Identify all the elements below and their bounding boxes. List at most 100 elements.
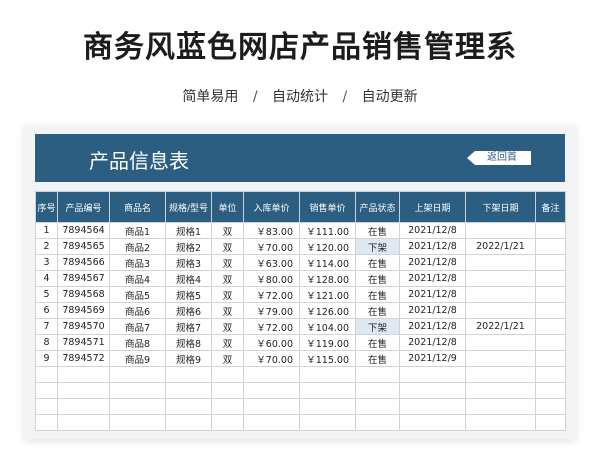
table-cell[interactable]: 7894564: [57, 222, 110, 239]
table-cell[interactable]: 商品1: [109, 222, 166, 239]
table-cell[interactable]: [535, 270, 566, 287]
table-cell[interactable]: [211, 398, 244, 415]
table-cell[interactable]: [535, 254, 566, 271]
table-cell[interactable]: ￥80.00: [243, 270, 300, 287]
table-cell[interactable]: 规格9: [165, 350, 212, 367]
table-cell[interactable]: 规格1: [165, 222, 212, 239]
table-cell[interactable]: 规格7: [165, 318, 212, 335]
table-cell[interactable]: [35, 366, 58, 383]
table-cell[interactable]: ￥119.00: [299, 334, 356, 351]
table-cell[interactable]: 商品2: [109, 238, 166, 255]
table-cell[interactable]: [299, 398, 356, 415]
table-cell[interactable]: 6: [35, 302, 58, 319]
table-cell[interactable]: [399, 414, 466, 431]
table-cell[interactable]: [465, 270, 536, 287]
table-cell[interactable]: 5: [35, 286, 58, 303]
table-cell[interactable]: ￥72.00: [243, 286, 300, 303]
table-cell[interactable]: [465, 222, 536, 239]
table-cell[interactable]: 下架: [355, 238, 400, 255]
table-cell[interactable]: 2022/1/21: [465, 238, 536, 255]
table-cell[interactable]: 双: [211, 286, 244, 303]
table-cell[interactable]: 1: [35, 222, 58, 239]
table-cell[interactable]: 2021/12/8: [399, 254, 466, 271]
table-cell[interactable]: 商品5: [109, 286, 166, 303]
table-cell[interactable]: 2022/1/21: [465, 318, 536, 335]
table-cell[interactable]: 7894568: [57, 286, 110, 303]
table-cell[interactable]: 2021/12/8: [399, 222, 466, 239]
table-cell[interactable]: [399, 382, 466, 399]
table-cell[interactable]: [355, 366, 400, 383]
table-cell[interactable]: ￥120.00: [299, 238, 356, 255]
table-cell[interactable]: ￥121.00: [299, 286, 356, 303]
table-cell[interactable]: 规格6: [165, 302, 212, 319]
table-cell[interactable]: 7894570: [57, 318, 110, 335]
table-cell[interactable]: 8: [35, 334, 58, 351]
table-cell[interactable]: ￥70.00: [243, 238, 300, 255]
table-cell[interactable]: ￥72.00: [243, 318, 300, 335]
table-cell[interactable]: 在售: [355, 222, 400, 239]
table-cell[interactable]: ￥70.00: [243, 350, 300, 367]
table-cell[interactable]: [535, 398, 566, 415]
table-cell[interactable]: ￥104.00: [299, 318, 356, 335]
table-cell[interactable]: 9: [35, 350, 58, 367]
table-cell[interactable]: [465, 382, 536, 399]
table-cell[interactable]: 双: [211, 318, 244, 335]
table-cell[interactable]: 2021/12/9: [399, 350, 466, 367]
back-home-button[interactable]: 返回首: [467, 151, 531, 165]
table-cell[interactable]: ￥60.00: [243, 334, 300, 351]
table-cell[interactable]: ￥128.00: [299, 270, 356, 287]
table-cell[interactable]: 商品3: [109, 254, 166, 271]
table-cell[interactable]: [535, 302, 566, 319]
table-cell[interactable]: [109, 398, 166, 415]
table-cell[interactable]: 2021/12/8: [399, 270, 466, 287]
table-cell[interactable]: 规格5: [165, 286, 212, 303]
table-cell[interactable]: 在售: [355, 302, 400, 319]
table-cell[interactable]: [57, 414, 110, 431]
table-cell[interactable]: 双: [211, 334, 244, 351]
table-cell[interactable]: ￥79.00: [243, 302, 300, 319]
table-cell[interactable]: ￥114.00: [299, 254, 356, 271]
table-cell[interactable]: [211, 366, 244, 383]
table-cell[interactable]: [535, 238, 566, 255]
table-cell[interactable]: [57, 398, 110, 415]
table-cell[interactable]: 商品7: [109, 318, 166, 335]
table-cell[interactable]: [355, 414, 400, 431]
table-cell[interactable]: [465, 334, 536, 351]
table-cell[interactable]: [165, 366, 212, 383]
table-cell[interactable]: ￥63.00: [243, 254, 300, 271]
table-cell[interactable]: ￥115.00: [299, 350, 356, 367]
table-cell[interactable]: 规格2: [165, 238, 212, 255]
table-cell[interactable]: [243, 366, 300, 383]
table-cell[interactable]: [57, 366, 110, 383]
table-cell[interactable]: [165, 414, 212, 431]
table-cell[interactable]: 7894567: [57, 270, 110, 287]
table-cell[interactable]: 在售: [355, 254, 400, 271]
table-cell[interactable]: ￥126.00: [299, 302, 356, 319]
table-cell[interactable]: [535, 286, 566, 303]
table-cell[interactable]: 商品8: [109, 334, 166, 351]
table-cell[interactable]: [355, 398, 400, 415]
table-cell[interactable]: 双: [211, 238, 244, 255]
table-cell[interactable]: [465, 302, 536, 319]
table-cell[interactable]: 商品9: [109, 350, 166, 367]
table-cell[interactable]: [243, 382, 300, 399]
table-cell[interactable]: 7894569: [57, 302, 110, 319]
table-cell[interactable]: [243, 414, 300, 431]
table-cell[interactable]: [465, 414, 536, 431]
table-cell[interactable]: [299, 366, 356, 383]
table-cell[interactable]: [35, 414, 58, 431]
table-cell[interactable]: [465, 366, 536, 383]
table-cell[interactable]: [243, 398, 300, 415]
table-cell[interactable]: 双: [211, 254, 244, 271]
table-cell[interactable]: 3: [35, 254, 58, 271]
table-cell[interactable]: 在售: [355, 350, 400, 367]
table-cell[interactable]: [299, 382, 356, 399]
table-cell[interactable]: ￥83.00: [243, 222, 300, 239]
table-cell[interactable]: 7: [35, 318, 58, 335]
table-cell[interactable]: [165, 398, 212, 415]
table-cell[interactable]: 在售: [355, 286, 400, 303]
table-cell[interactable]: [211, 382, 244, 399]
table-cell[interactable]: [465, 254, 536, 271]
table-cell[interactable]: 7894572: [57, 350, 110, 367]
table-cell[interactable]: 双: [211, 350, 244, 367]
